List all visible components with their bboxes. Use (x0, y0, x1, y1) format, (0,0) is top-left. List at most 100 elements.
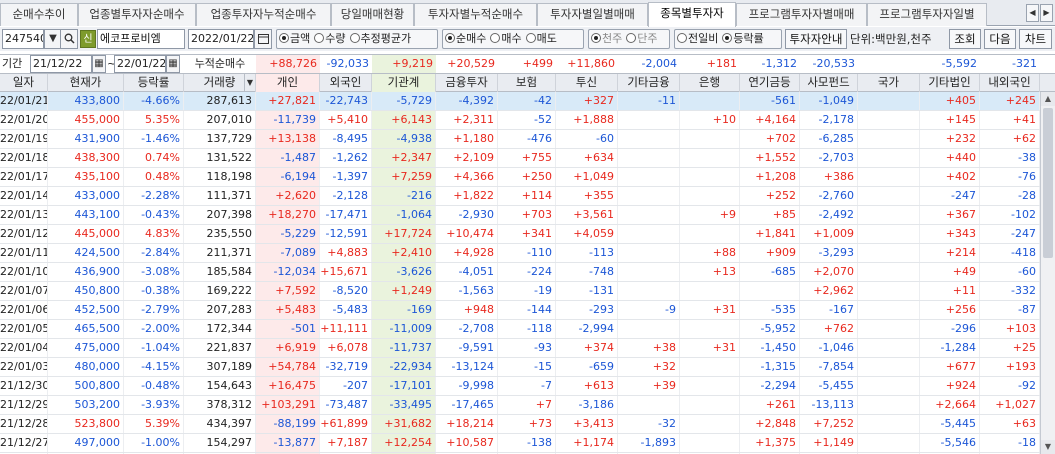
column-header[interactable]: 내외국인 (980, 74, 1040, 92)
table-row[interactable]: 21/12/29 503,200 -3.93% 378,312 +103,291 -73,… (0, 396, 1040, 415)
column-header[interactable]: 개인 (256, 74, 320, 92)
share-option-2[interactable]: 단주 (626, 30, 658, 48)
tab-1[interactable]: 순매수추이 (0, 3, 78, 26)
sort-indicator-icon[interactable]: ▼ (243, 74, 253, 91)
table-row[interactable]: 22/01/20 455,000 5.35% 207,010 -11,739 +5,410… (0, 111, 1040, 130)
table-row[interactable]: 22/01/18 438,300 0.74% 131,522 -1,487 -1,262 +… (0, 149, 1040, 168)
table-row[interactable]: 22/01/06 452,500 -2.79% 207,283 +5,483 -5,483… (0, 301, 1040, 320)
stock-code-input[interactable]: 247540 (2, 29, 44, 49)
tab-6[interactable]: 투자자별일별매매 (537, 3, 648, 26)
column-header-label: 기타금융 (627, 75, 670, 89)
table-row[interactable]: 22/01/21 433,800 -4.66% 287,613 +27,821 -22,7… (0, 92, 1040, 111)
table-row[interactable]: 22/01/04 475,000 -1.04% 221,837 +6,919 +6,078… (0, 339, 1040, 358)
tab-5[interactable]: 투자자별누적순매수 (414, 3, 537, 26)
table-cell: -5,952 (740, 320, 800, 338)
ratio-option-2[interactable]: 등락률 (722, 30, 764, 48)
table-cell: +11 (920, 282, 980, 300)
scroll-down-icon[interactable]: ▼ (1041, 440, 1055, 454)
investor-guide-button[interactable]: 투자자안내 (785, 29, 847, 49)
next-button[interactable]: 다음 (984, 29, 1016, 49)
tab-3[interactable]: 업종투자자누적순매수 (196, 3, 331, 26)
period-end-date[interactable]: 22/01/22 (114, 55, 166, 73)
share-option-label: 천주 (602, 32, 623, 45)
table-row[interactable]: 22/01/11 424,500 -2.84% 211,371 -7,089 +4,883… (0, 244, 1040, 263)
column-header[interactable]: 금융투자 (436, 74, 498, 92)
column-header[interactable]: 등락률 (124, 74, 184, 92)
radio-icon[interactable] (722, 33, 733, 43)
table-row[interactable]: 22/01/12 445,000 4.83% 235,550 -5,229 -12,591… (0, 225, 1040, 244)
table-cell (858, 415, 920, 433)
table-row[interactable]: 22/01/17 435,100 0.48% 118,198 -6,194 -1,397 +… (0, 168, 1040, 187)
radio-icon[interactable] (525, 33, 536, 43)
radio-icon[interactable] (314, 33, 325, 43)
table-row[interactable]: 21/12/27 497,000 -1.00% 154,297 -13,877 +7,18… (0, 434, 1040, 453)
scroll-up-icon[interactable]: ▲ (1041, 92, 1055, 106)
radio-icon[interactable] (490, 33, 501, 43)
radio-icon[interactable] (591, 33, 601, 43)
table-row[interactable]: 22/01/10 436,900 -3.08% 185,584 -12,034 +15,6… (0, 263, 1040, 282)
search-icon[interactable] (60, 29, 78, 49)
calendar-icon[interactable]: ▦ (92, 55, 106, 73)
column-header[interactable]: 현재가 (48, 74, 124, 92)
calendar-icon[interactable] (254, 29, 272, 49)
trade-option-1[interactable]: 순매수 (445, 30, 486, 48)
column-header[interactable]: 거래량 ▼ (184, 74, 256, 92)
radio-icon[interactable] (677, 33, 687, 43)
radio-icon[interactable] (279, 33, 289, 43)
column-header[interactable]: 기타금융 (618, 74, 680, 92)
column-header[interactable]: 국가 (858, 74, 920, 92)
table-cell (858, 130, 920, 148)
share-option-1[interactable]: 천주 (591, 30, 622, 48)
column-header[interactable]: 보험 (498, 74, 556, 92)
table-cell: +4,164 (740, 111, 800, 129)
tab-8[interactable]: 프로그램투자자별매매 (736, 3, 867, 26)
column-header[interactable]: 은행 (680, 74, 740, 92)
table-row[interactable]: 22/01/19 431,900 -1.46% 137,729 +13,138 -8,49… (0, 130, 1040, 149)
table-cell: -13,113 (800, 396, 858, 414)
mode-option-1[interactable]: 금액 (279, 30, 310, 48)
search-button[interactable]: 조회 (949, 29, 981, 49)
chart-button[interactable]: 차트 (1019, 29, 1052, 49)
table-row[interactable]: 22/01/07 450,800 -0.38% 169,222 +7,592 -8,520… (0, 282, 1040, 301)
period-start-date[interactable]: 21/12/22 (30, 55, 92, 73)
table-cell: 169,222 (184, 282, 256, 300)
ratio-option-1[interactable]: 전일비 (677, 30, 718, 48)
table-cell: +9 (680, 206, 740, 224)
column-header[interactable]: 투신 (556, 74, 618, 92)
tab-2[interactable]: 업종별투자자순매수 (78, 3, 196, 26)
trade-option-3[interactable]: 매도 (525, 30, 557, 48)
column-header[interactable]: 기관계 (372, 74, 436, 92)
column-header-label: 금융투자 (445, 75, 488, 89)
radio-icon[interactable] (349, 33, 360, 43)
table-cell: +13 (680, 263, 740, 281)
radio-icon[interactable] (445, 33, 455, 43)
column-header[interactable]: 기타법인 (920, 74, 980, 92)
table-row[interactable]: 22/01/03 480,000 -4.15% 307,189 +54,784 -32,7… (0, 358, 1040, 377)
date-input[interactable]: 2022/01/22 (188, 29, 254, 49)
column-header[interactable]: 일자 (0, 74, 48, 92)
table-row[interactable]: 22/01/14 433,000 -2.28% 111,371 +2,620 -2,128… (0, 187, 1040, 206)
table-cell: +193 (980, 358, 1040, 376)
table-row[interactable]: 22/01/05 465,500 -2.00% 172,344 -501 +11,111-… (0, 320, 1040, 339)
tab-9[interactable]: 프로그램투자자일별 (867, 3, 987, 26)
mode-option-3[interactable]: 추정평균가 (349, 30, 411, 48)
column-header[interactable]: 연기금등 (740, 74, 800, 92)
table-cell: +15,671 (320, 263, 372, 281)
tab-4[interactable]: 당일매매현황 (331, 3, 414, 26)
tab-scroll-right-icon[interactable]: ▶ (1040, 4, 1053, 22)
mode-option-2[interactable]: 수량 (314, 30, 346, 48)
column-header[interactable]: 사모펀드 (800, 74, 858, 92)
table-row[interactable]: 21/12/30 500,800 -0.48% 154,643 +16,475 -207-… (0, 377, 1040, 396)
scroll-thumb[interactable] (1043, 108, 1053, 258)
trade-option-2[interactable]: 매수 (490, 30, 522, 48)
column-header[interactable]: 외국인 (320, 74, 372, 92)
tab-7[interactable]: 종목별투자자 (648, 2, 736, 27)
table-row[interactable]: 21/12/28 523,800 5.39% 434,397 -88,199 +61,89… (0, 415, 1040, 434)
calendar-icon[interactable]: ▦ (166, 55, 180, 73)
vertical-scrollbar[interactable]: ▲ ▼ (1040, 92, 1055, 454)
radio-icon[interactable] (626, 33, 637, 43)
tab-scroll-left-icon[interactable]: ◀ (1026, 4, 1039, 22)
table-cell: -1,563 (436, 282, 498, 300)
table-cell: -4,938 (372, 130, 436, 148)
table-row[interactable]: 22/01/13 443,100 -0.43% 207,398 +18,270 -17,4… (0, 206, 1040, 225)
